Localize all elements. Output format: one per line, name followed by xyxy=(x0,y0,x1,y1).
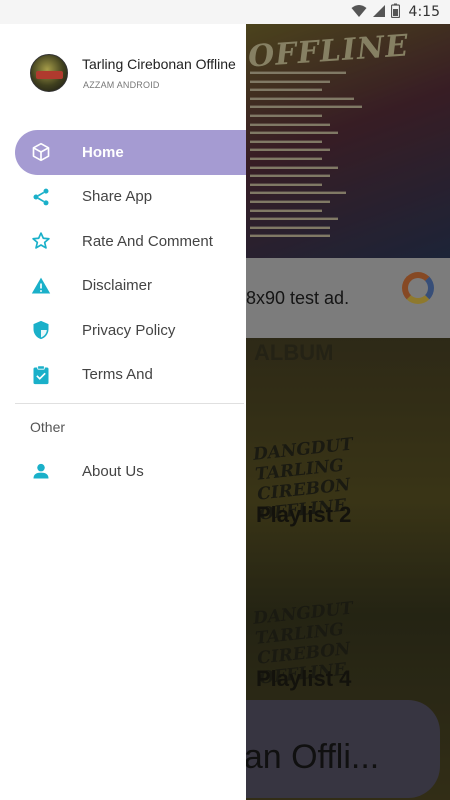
menu-divider xyxy=(15,403,244,404)
share-icon xyxy=(30,186,52,208)
status-icons: 4:15 xyxy=(351,3,440,21)
person-icon xyxy=(30,460,52,482)
menu-item-terms[interactable]: Terms And xyxy=(0,353,246,398)
status-bar: 4:15 xyxy=(0,0,450,24)
drawer-menu: Home Share App Rate And Comment Disclaim… xyxy=(0,130,246,397)
menu-item-rate[interactable]: Rate And Comment xyxy=(0,219,246,264)
signal-icon xyxy=(372,4,386,21)
app-title: Tarling Cirebonan Offline xyxy=(82,56,236,72)
menu-item-disclaimer[interactable]: Disclaimer xyxy=(0,264,246,309)
menu-item-label: Disclaimer xyxy=(82,277,153,295)
menu-item-label: About Us xyxy=(82,462,144,480)
menu-item-label: Privacy Policy xyxy=(82,321,176,339)
clipboard-check-icon xyxy=(30,364,52,386)
menu-item-about-us[interactable]: About Us xyxy=(0,449,246,494)
app-developer: AZZAM ANDROID xyxy=(83,80,160,90)
cube-icon xyxy=(30,141,52,163)
battery-icon xyxy=(390,3,400,21)
drawer-scrim[interactable] xyxy=(246,24,450,800)
menu-item-label: Rate And Comment xyxy=(82,232,213,250)
menu-item-privacy-policy[interactable]: Privacy Policy xyxy=(0,308,246,353)
menu-item-share-app[interactable]: Share App xyxy=(0,175,246,220)
wifi-icon xyxy=(351,4,367,21)
menu-item-label: Terms And xyxy=(82,366,153,384)
clock: 4:15 xyxy=(408,4,440,20)
menu-item-label: Home xyxy=(82,143,124,161)
menu-item-home[interactable]: Home xyxy=(15,130,246,175)
app-logo-avatar xyxy=(30,54,68,92)
background-app: OFFLINE ▬▬▬▬▬▬▬▬▬▬▬▬ ▬▬▬▬▬▬▬▬▬▬ ▬▬▬▬▬▬▬▬▬ ▬… xyxy=(246,24,450,800)
warning-icon xyxy=(30,275,52,297)
shield-check-icon xyxy=(30,319,52,341)
section-label-other: Other xyxy=(30,419,66,435)
menu-item-label: Share App xyxy=(82,188,153,206)
drawer-header: Tarling Cirebonan Offline AZZAM ANDROID xyxy=(0,24,246,122)
navigation-drawer: Tarling Cirebonan Offline AZZAM ANDROID … xyxy=(0,24,246,800)
star-outline-icon xyxy=(30,230,52,252)
other-menu: About Us xyxy=(0,449,246,494)
